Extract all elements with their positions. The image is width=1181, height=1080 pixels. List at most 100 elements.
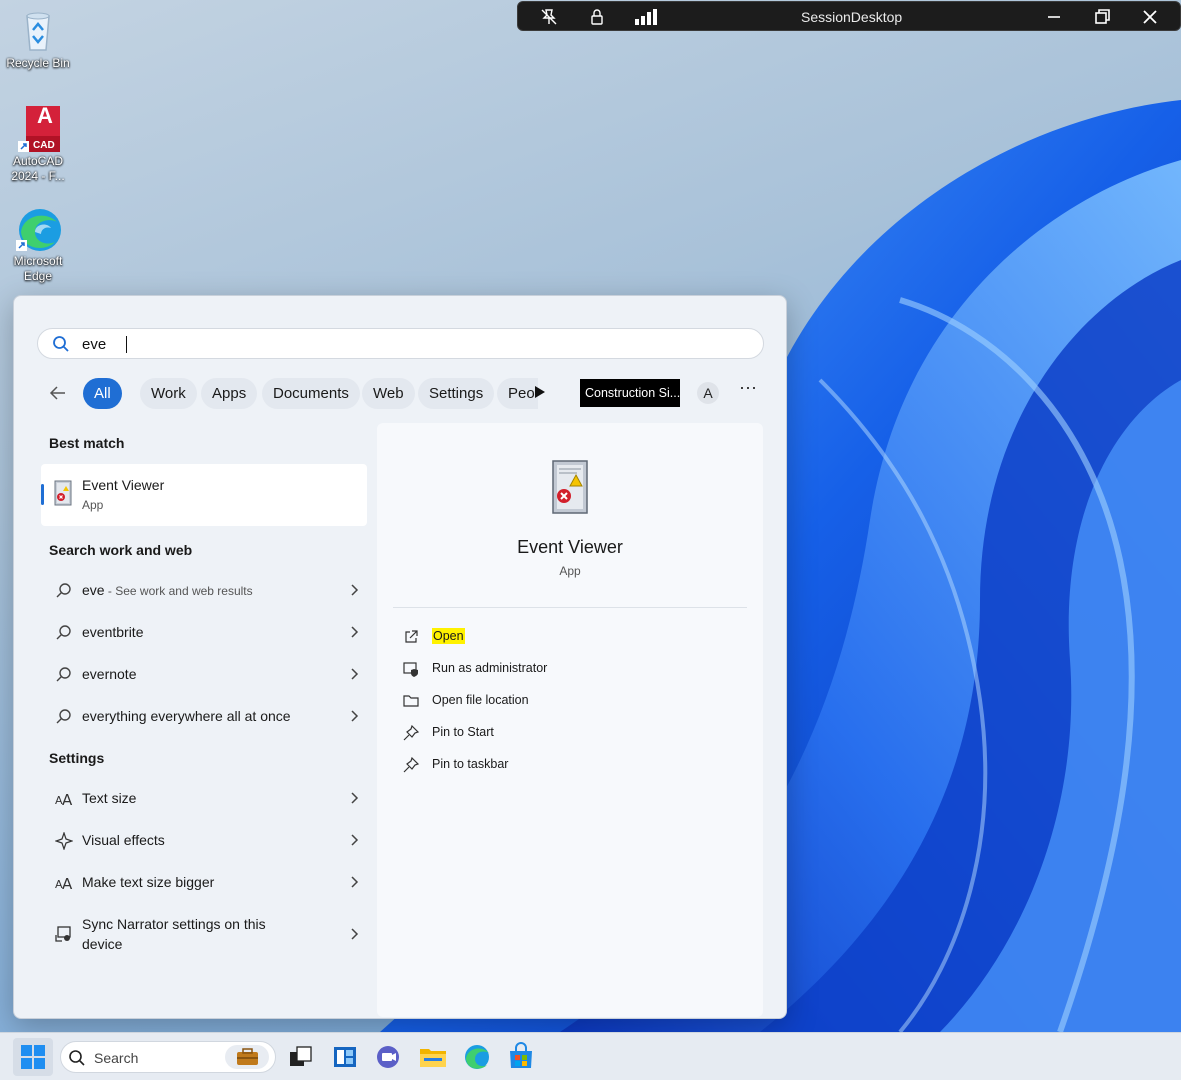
action-pin-to-start[interactable]: Pin to Start bbox=[403, 721, 733, 745]
chevron-right-icon bbox=[349, 875, 359, 889]
preview-app-type: App bbox=[559, 564, 581, 578]
event-viewer-icon bbox=[547, 459, 593, 515]
settings-result-text: Sync Narrator settings on this device bbox=[82, 916, 266, 952]
recycle-bin-icon bbox=[15, 8, 61, 54]
search-icon bbox=[55, 582, 73, 600]
task-view-icon[interactable] bbox=[286, 1042, 316, 1072]
settings-result-text: Text size bbox=[82, 790, 137, 806]
session-toolbar: SessionDesktop bbox=[517, 1, 1181, 31]
web-result-row[interactable]: everything everywhere all at once bbox=[41, 696, 367, 736]
edge-icon bbox=[15, 206, 61, 252]
desktop-icon-label: Recycle Bin bbox=[6, 56, 70, 70]
filter-chip-work[interactable]: Work bbox=[140, 378, 197, 409]
svg-text:A: A bbox=[62, 875, 73, 892]
web-result-row[interactable]: eventbrite bbox=[41, 612, 367, 652]
settings-heading: Settings bbox=[49, 750, 105, 766]
web-result-row[interactable]: eve - See work and web results bbox=[41, 570, 367, 610]
svg-text:A: A bbox=[62, 791, 73, 808]
autocad-badge-sub: CAD bbox=[33, 140, 55, 151]
close-icon[interactable] bbox=[1140, 7, 1160, 27]
account-avatar[interactable]: A bbox=[697, 382, 719, 404]
settings-result-row[interactable]: AA Make text size bigger bbox=[41, 862, 367, 902]
filter-bar: All Work Apps Documents Web Settings Peo… bbox=[42, 376, 772, 410]
web-result-text: everything everywhere all at once bbox=[82, 708, 291, 724]
settings-result-text: Make text size bigger bbox=[82, 874, 215, 890]
filter-chip-documents[interactable]: Documents bbox=[262, 378, 360, 409]
preview-divider bbox=[393, 607, 747, 608]
restore-icon[interactable] bbox=[1092, 7, 1112, 27]
more-options-icon[interactable]: ··· bbox=[736, 377, 760, 405]
desktop-icon-recycle-bin[interactable]: Recycle Bin bbox=[3, 8, 73, 71]
chevron-right-icon bbox=[349, 583, 359, 597]
action-open-file-location[interactable]: Open file location bbox=[403, 689, 733, 713]
search-icon bbox=[55, 666, 73, 684]
back-arrow-icon[interactable] bbox=[48, 383, 68, 403]
teams-icon[interactable] bbox=[374, 1042, 404, 1072]
action-label: Pin to taskbar bbox=[432, 757, 509, 771]
chevron-right-icon bbox=[349, 625, 359, 639]
settings-result-text: Visual effects bbox=[82, 832, 165, 848]
search-icon bbox=[68, 1049, 86, 1067]
text-size-icon: AA bbox=[55, 874, 73, 893]
action-label: Pin to Start bbox=[432, 725, 494, 739]
file-explorer-icon[interactable] bbox=[418, 1042, 448, 1072]
folder-icon bbox=[403, 693, 419, 709]
filter-chip-settings[interactable]: Settings bbox=[418, 378, 495, 409]
unpin-icon[interactable] bbox=[539, 7, 559, 27]
action-label: Run as administrator bbox=[432, 661, 548, 675]
open-external-icon bbox=[403, 629, 419, 645]
search-icon bbox=[55, 708, 73, 726]
filter-chip-apps[interactable]: Apps bbox=[201, 378, 258, 409]
minimize-icon[interactable] bbox=[1044, 7, 1064, 27]
text-size-icon: AA bbox=[55, 790, 73, 809]
start-button[interactable] bbox=[13, 1038, 53, 1076]
preview-app-name: Event Viewer bbox=[517, 537, 623, 557]
settings-result-row[interactable]: AA Text size bbox=[41, 778, 367, 818]
signal-icon[interactable] bbox=[634, 7, 658, 27]
action-open[interactable]: Open bbox=[403, 625, 733, 649]
action-run-as-admin[interactable]: Run as administrator bbox=[403, 657, 733, 681]
action-label: Open bbox=[432, 628, 465, 644]
chevron-right-icon bbox=[349, 709, 359, 723]
text-caret bbox=[126, 336, 127, 353]
lock-icon[interactable] bbox=[587, 7, 607, 27]
autocad-icon: A CAD bbox=[15, 105, 61, 152]
desktop-icon-label: Microsoft Edge bbox=[13, 254, 63, 283]
visual-effects-icon bbox=[54, 831, 74, 851]
briefcase-icon bbox=[225, 1045, 269, 1069]
preview-pane: Event Viewer App Open Run as administrat… bbox=[377, 423, 763, 1017]
search-input[interactable] bbox=[82, 333, 742, 355]
desktop-icon-edge[interactable]: Microsoft Edge bbox=[3, 206, 73, 284]
search-box[interactable] bbox=[37, 328, 764, 359]
settings-result-row[interactable]: Visual effects bbox=[41, 820, 367, 860]
best-match-name: Event Viewer bbox=[82, 477, 165, 493]
taskbar-search[interactable]: Search bbox=[60, 1041, 276, 1073]
organization-chip[interactable]: Construction Si... bbox=[580, 379, 680, 407]
narrator-sync-icon bbox=[55, 925, 73, 943]
scroll-right-icon[interactable] bbox=[535, 386, 545, 398]
filter-chip-people[interactable]: Peo bbox=[497, 378, 538, 409]
search-icon bbox=[55, 624, 73, 642]
desktop-icon-label: AutoCAD 2024 - F... bbox=[11, 154, 65, 183]
store-icon[interactable] bbox=[506, 1042, 536, 1072]
edge-icon[interactable] bbox=[462, 1042, 492, 1072]
search-icon bbox=[52, 335, 70, 353]
settings-result-row[interactable]: Sync Narrator settings on this device bbox=[41, 910, 367, 958]
best-match-item[interactable]: Event Viewer App bbox=[41, 464, 367, 526]
web-result-hint: - See work and web results bbox=[104, 584, 253, 598]
shield-admin-icon bbox=[403, 661, 419, 677]
widgets-icon[interactable] bbox=[330, 1042, 360, 1072]
taskbar: Search bbox=[0, 1032, 1181, 1080]
chevron-right-icon bbox=[349, 791, 359, 805]
session-title: SessionDesktop bbox=[801, 9, 903, 25]
action-label: Open file location bbox=[432, 693, 529, 707]
web-result-row[interactable]: evernote bbox=[41, 654, 367, 694]
start-search-panel: All Work Apps Documents Web Settings Peo… bbox=[13, 295, 787, 1019]
web-result-text: evernote bbox=[82, 666, 137, 682]
filter-chip-all[interactable]: All bbox=[83, 378, 122, 409]
windows-logo-icon bbox=[21, 1045, 45, 1069]
filter-chip-web[interactable]: Web bbox=[362, 378, 415, 409]
desktop-icon-autocad[interactable]: A CAD AutoCAD 2024 - F... bbox=[3, 105, 73, 184]
action-pin-to-taskbar[interactable]: Pin to taskbar bbox=[403, 753, 733, 777]
chevron-right-icon bbox=[349, 667, 359, 681]
